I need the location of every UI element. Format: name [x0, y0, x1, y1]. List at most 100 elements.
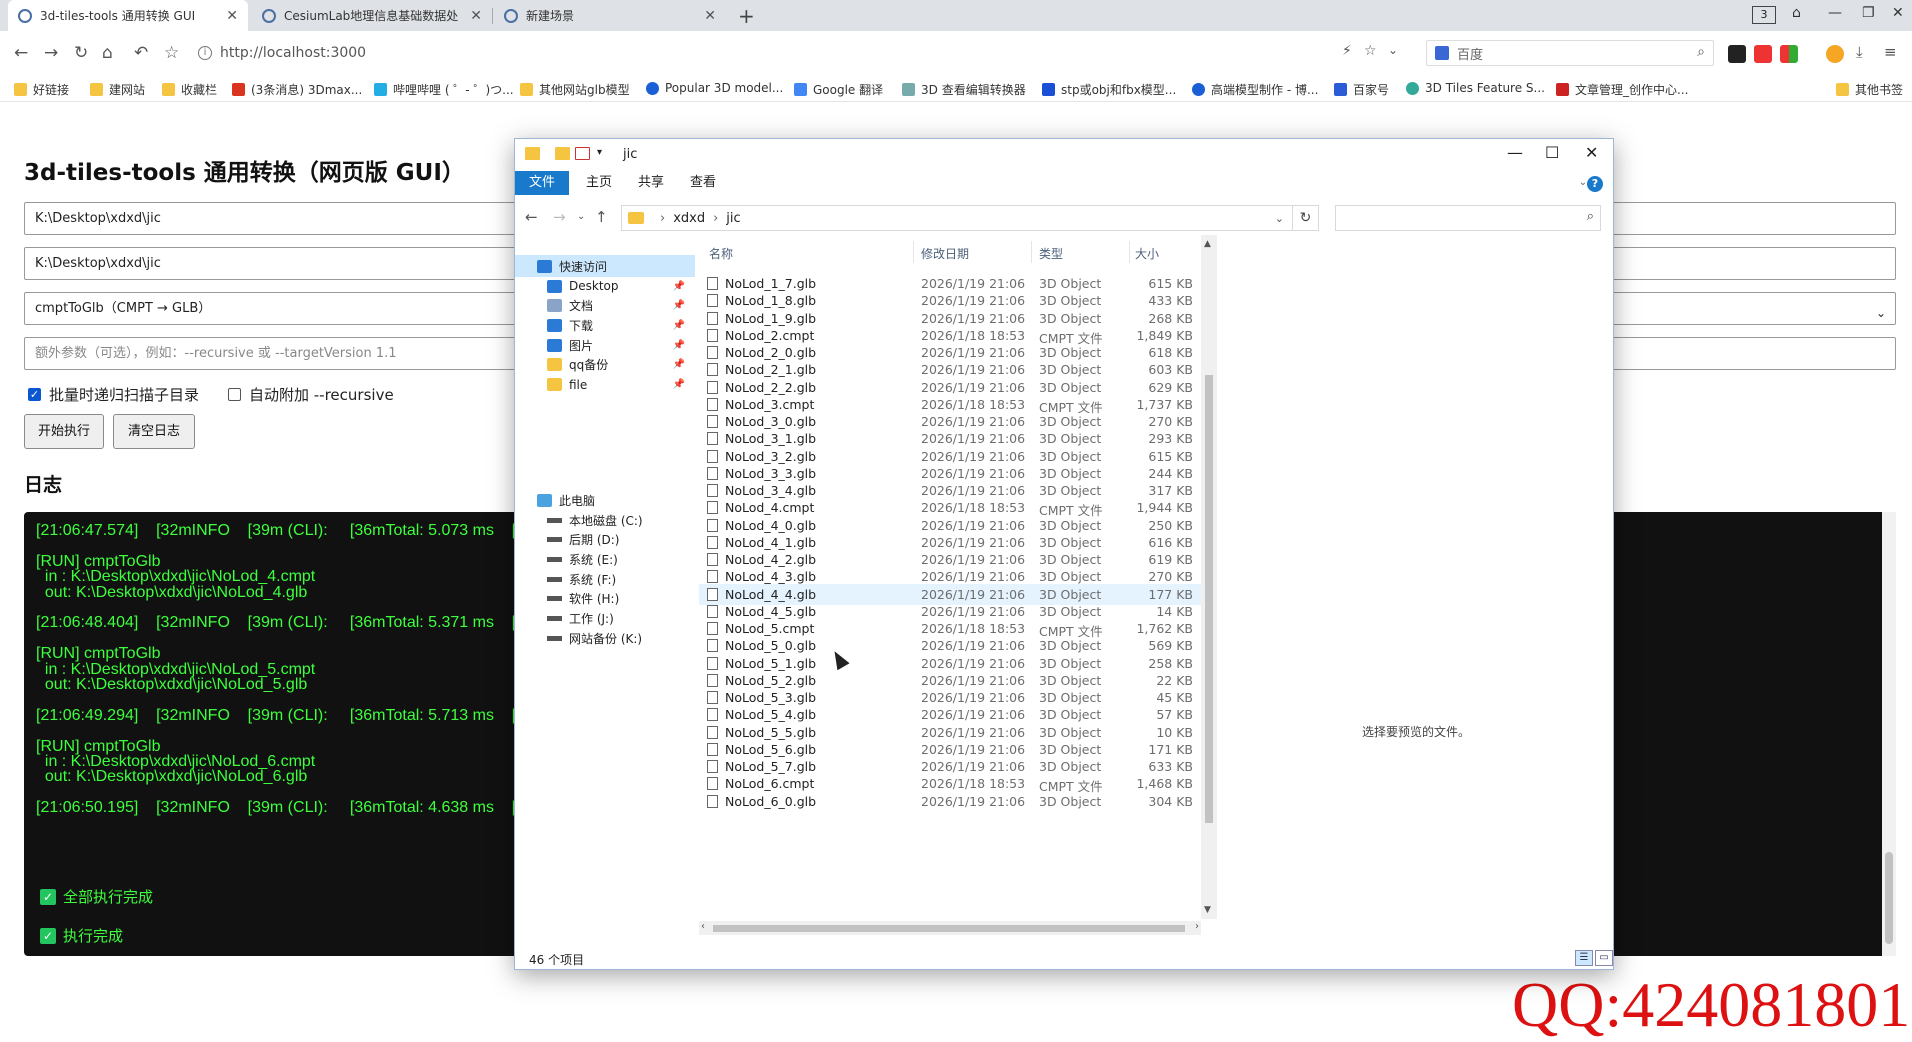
- large-icons-view-icon[interactable]: ▭: [1595, 950, 1613, 966]
- nav-quick-item[interactable]: file 📌: [515, 374, 695, 396]
- new-folder-icon[interactable]: [555, 147, 570, 160]
- breadcrumb-item[interactable]: xdxd: [673, 211, 705, 226]
- back-icon[interactable]: ←: [14, 43, 28, 63]
- pin-icon[interactable]: 📌: [673, 281, 685, 292]
- minimize-icon[interactable]: —: [1828, 5, 1842, 21]
- page-scrollbar[interactable]: [1882, 512, 1896, 956]
- nav-drive-item[interactable]: 本地磁盘 (C:): [515, 509, 695, 531]
- properties-icon[interactable]: [575, 147, 590, 160]
- maximize-icon[interactable]: ☐: [1545, 143, 1559, 162]
- bookmark-item[interactable]: 哔哩哔哩 ( ゜- ゜)つ...: [374, 81, 514, 98]
- restore-icon[interactable]: ❐: [1862, 5, 1875, 21]
- search-icon[interactable]: ⌕: [1697, 44, 1705, 60]
- forward-icon[interactable]: →: [44, 43, 58, 63]
- close-icon[interactable]: ✕: [470, 8, 482, 24]
- checkbox-unchecked[interactable]: [228, 388, 241, 401]
- close-icon[interactable]: ✕: [226, 8, 238, 24]
- scrollbar-thumb[interactable]: [1205, 375, 1213, 823]
- apps-icon[interactable]: [1780, 45, 1798, 63]
- nav-quick-item[interactable]: qq备份 📌: [515, 354, 695, 376]
- bookmark-item[interactable]: (3条消息) 3Dmax...: [232, 81, 362, 98]
- chevron-down-icon[interactable]: ⌄: [1275, 212, 1284, 225]
- bookmark-item[interactable]: 高端模型制作 - 博...: [1192, 81, 1318, 98]
- forward-icon[interactable]: →: [553, 208, 566, 226]
- close-icon[interactable]: ✕: [1585, 143, 1598, 162]
- home-icon[interactable]: ⌂: [102, 43, 113, 63]
- bookmark-item[interactable]: 建网站: [90, 81, 145, 98]
- file-list-hscrollbar[interactable]: ‹ ›: [699, 921, 1201, 935]
- scroll-down-icon[interactable]: ▼: [1204, 905, 1211, 915]
- chevron-down-icon[interactable]: ▾: [597, 147, 612, 160]
- run-button[interactable]: 开始执行: [24, 414, 104, 449]
- recursive-scan-checkbox[interactable]: ✓ 批量时递归扫描子目录: [28, 384, 199, 405]
- moon-icon[interactable]: [1826, 45, 1844, 63]
- auto-recursive-checkbox[interactable]: 自动附加 --recursive: [228, 384, 394, 405]
- nav-drive-item[interactable]: 系统 (F:): [515, 568, 695, 590]
- bookmark-item[interactable]: 收藏栏: [162, 81, 217, 98]
- tab-new-scene[interactable]: 新建场景 ✕: [494, 0, 726, 31]
- explorer-search-input[interactable]: ⌕: [1335, 205, 1601, 231]
- undo-icon[interactable]: ↶: [134, 43, 148, 63]
- scroll-right-icon[interactable]: ›: [1195, 921, 1199, 932]
- bookmark-item[interactable]: Popular 3D model...: [646, 81, 783, 95]
- nav-drive-item[interactable]: 软件 (H:): [515, 588, 695, 610]
- pin-icon[interactable]: 📌: [673, 300, 685, 311]
- star-icon[interactable]: ☆: [164, 43, 179, 63]
- refresh-icon[interactable]: ↻: [1293, 205, 1319, 231]
- pin-icon[interactable]: 📌: [673, 320, 685, 331]
- column-header-size[interactable]: 大小: [1135, 245, 1159, 262]
- reload-icon[interactable]: ↻: [74, 43, 88, 63]
- nav-quick-item[interactable]: 文档 📌: [515, 295, 695, 317]
- file-explorer-window[interactable]: ▾ jic — ☐ ✕ 文件 主页 共享 查看 ⌄ ? ← → ⌄ ↑ › xd…: [514, 138, 1614, 970]
- scroll-left-icon[interactable]: ‹: [701, 921, 705, 932]
- column-header-type[interactable]: 类型: [1039, 245, 1063, 262]
- explorer-title-bar[interactable]: ▾ jic — ☐ ✕: [515, 139, 1613, 171]
- tab-cesiumlab[interactable]: CesiumLab地理信息基础数据处 ✕: [252, 0, 492, 31]
- ribbon-tab-share[interactable]: 共享: [627, 171, 675, 195]
- scrollbar-thumb[interactable]: [713, 925, 1185, 932]
- column-header-name[interactable]: 名称: [709, 245, 733, 262]
- chevron-down-icon[interactable]: ⌄: [1388, 43, 1398, 57]
- file-list-vscrollbar[interactable]: ▲ ▼: [1201, 235, 1217, 919]
- column-divider[interactable]: [1129, 241, 1130, 263]
- chevron-down-icon[interactable]: ⌄: [577, 211, 585, 222]
- nav-quick-access[interactable]: 快速访问: [515, 255, 695, 277]
- pin-icon[interactable]: ⌂: [1792, 5, 1801, 21]
- close-window-icon[interactable]: ✕: [1892, 5, 1904, 21]
- bookmark-item[interactable]: 其他网站glb模型: [520, 81, 630, 98]
- nav-quick-item[interactable]: 图片 📌: [515, 334, 695, 356]
- scroll-up-icon[interactable]: ▲: [1204, 239, 1211, 249]
- extension-icon[interactable]: [1754, 45, 1772, 63]
- details-view-icon[interactable]: ☰: [1575, 950, 1593, 966]
- back-icon[interactable]: ←: [525, 208, 538, 226]
- bookmark-item[interactable]: 3D Tiles Feature S...: [1406, 81, 1545, 95]
- ribbon-tab-file[interactable]: 文件: [515, 171, 569, 195]
- nav-drive-item[interactable]: 后期 (D:): [515, 529, 695, 551]
- nav-drive-item[interactable]: 工作 (J:): [515, 608, 695, 630]
- column-header-date[interactable]: 修改日期: [921, 245, 969, 262]
- nav-quick-item[interactable]: 下载 📌: [515, 314, 695, 336]
- checkbox-checked[interactable]: ✓: [28, 388, 41, 401]
- file-row[interactable]: NoLod_6_0.glb 2026/1/19 21:06 3D Object 304…: [699, 791, 1209, 812]
- breadcrumb-item[interactable]: jic: [726, 211, 740, 226]
- column-divider[interactable]: [1031, 241, 1032, 263]
- clear-log-button[interactable]: 清空日志: [113, 414, 195, 449]
- minimize-icon[interactable]: —: [1507, 143, 1523, 162]
- bookmark-item[interactable]: 百家号: [1334, 81, 1389, 98]
- bookmark-item[interactable]: stp或obj和fbx模型...: [1042, 81, 1176, 98]
- bookmark-item[interactable]: Google 翻译: [794, 81, 883, 98]
- tab-3d-tiles-tools[interactable]: 3d-tiles-tools 通用转换 GUI ✕: [8, 0, 248, 31]
- pin-icon[interactable]: 📌: [673, 359, 685, 370]
- new-tab-button[interactable]: +: [738, 4, 755, 28]
- nav-drive-item[interactable]: 网站备份 (K:): [515, 627, 695, 649]
- address-bar[interactable]: i http://localhost:3000: [198, 39, 1408, 67]
- explorer-file-list[interactable]: 名称 修改日期 类型 大小 NoLod_1_7.glb 2026/1/19 21:…: [699, 235, 1217, 919]
- help-icon[interactable]: ?: [1587, 176, 1603, 192]
- menu-icon[interactable]: ≡: [1884, 43, 1897, 61]
- pin-icon[interactable]: 📌: [673, 379, 685, 390]
- nav-this-pc[interactable]: 此电脑: [515, 489, 695, 511]
- bookmark-star-icon[interactable]: ☆: [1364, 43, 1377, 59]
- bookmark-item[interactable]: 3D 查看编辑转换器: [902, 81, 1026, 98]
- bookmark-item[interactable]: 好链接: [14, 81, 69, 98]
- bookmark-item[interactable]: 文章管理_创作中心...: [1556, 81, 1688, 98]
